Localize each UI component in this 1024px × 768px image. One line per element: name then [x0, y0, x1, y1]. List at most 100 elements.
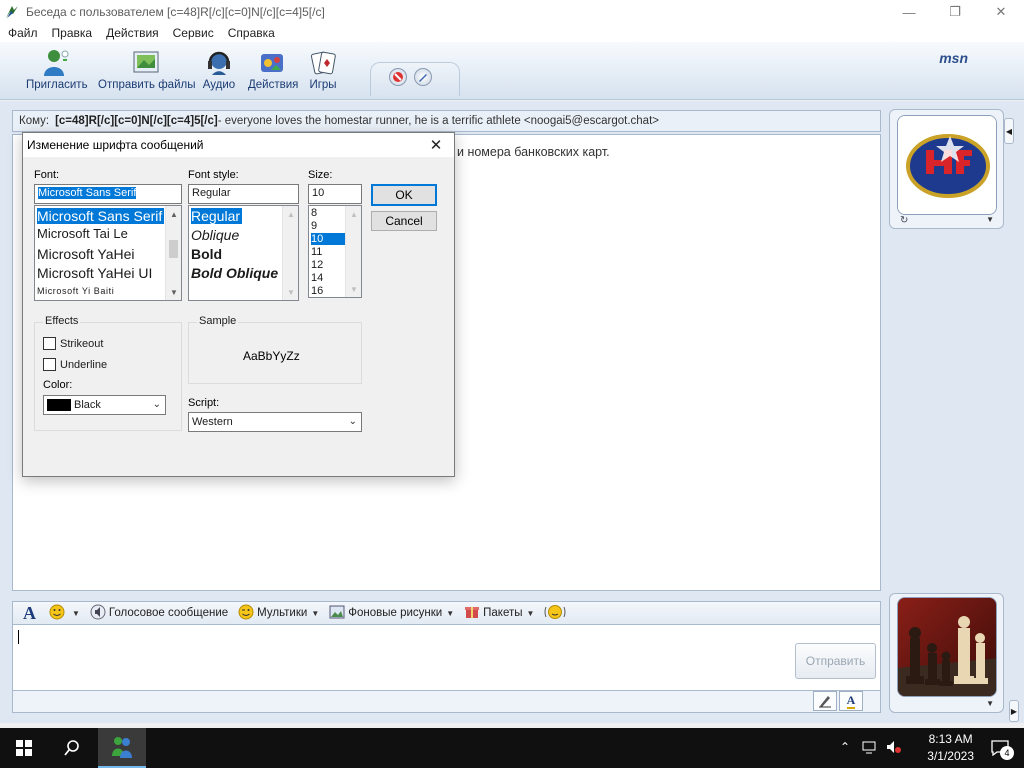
scroll-up-icon[interactable]: ▲ — [166, 206, 181, 222]
invite-button[interactable]: Пригласить — [26, 48, 88, 91]
menu-tools[interactable]: Сервис — [173, 26, 214, 40]
message-input[interactable] — [12, 625, 881, 691]
volume-muted-icon[interactable] — [886, 740, 902, 757]
dialog-close-button[interactable]: ✕ — [424, 134, 448, 156]
change-font-button[interactable]: A — [23, 603, 39, 624]
font-style-item[interactable]: Oblique — [191, 227, 239, 243]
input-mode-bar: A — [12, 691, 881, 713]
send-files-icon — [130, 48, 164, 78]
audio-button[interactable]: Аудио — [202, 48, 236, 91]
close-button[interactable]: ✕ — [978, 0, 1024, 24]
block-contact-icon[interactable] — [389, 68, 407, 86]
scroll-down-icon[interactable]: ▼ — [283, 284, 298, 300]
cancel-button[interactable]: Cancel — [371, 211, 437, 231]
notification-count-badge: 4 — [1000, 746, 1014, 760]
color-select[interactable]: Black ⌄ — [43, 395, 166, 415]
network-icon[interactable] — [862, 740, 878, 757]
chevron-down-icon: ▼ — [446, 608, 455, 618]
taskbar-messenger-app[interactable] — [98, 728, 146, 768]
ok-button[interactable]: OK — [371, 184, 437, 206]
minimize-button[interactable]: — — [886, 0, 932, 24]
backgrounds-icon — [329, 604, 345, 623]
font-list-item[interactable]: Microsoft YaHei — [37, 246, 135, 262]
search-button[interactable] — [48, 728, 96, 768]
font-style-input[interactable]: Regular — [188, 184, 299, 204]
size-item[interactable]: 11 — [311, 246, 322, 258]
font-list-item[interactable]: Microsoft Sans Serif — [37, 208, 165, 224]
menu-help[interactable]: Справка — [228, 26, 275, 40]
packs-button[interactable]: Пакеты ▼ — [464, 604, 534, 623]
text-mode-button[interactable]: A — [839, 691, 863, 711]
underline-checkbox[interactable]: Underline — [43, 358, 107, 371]
games-button[interactable]: Игры — [306, 48, 340, 91]
chevron-down-icon: ▼ — [526, 608, 535, 618]
customize-pen-icon[interactable] — [414, 68, 432, 86]
scroll-up-icon[interactable]: ▲ — [283, 206, 298, 222]
window-title-bar: Беседа с пользователем [c=48]R[/c][c=0]N… — [0, 0, 1024, 24]
style-list-scrollbar[interactable]: ▲ ▼ — [282, 206, 298, 300]
font-style-item[interactable]: Bold Oblique — [191, 265, 278, 281]
scroll-down-icon[interactable]: ▼ — [346, 281, 361, 297]
size-item[interactable]: 12 — [311, 259, 323, 271]
script-select[interactable]: Western ⌄ — [188, 412, 362, 432]
font-name-input[interactable]: Microsoft Sans Serif — [34, 184, 182, 204]
size-item[interactable]: 10 — [311, 233, 345, 245]
collapse-panel-button[interactable]: ▶ — [1009, 700, 1019, 722]
font-list-scrollbar[interactable]: ▲ ▼ — [165, 206, 181, 300]
refresh-icon[interactable]: ↻ — [900, 215, 908, 226]
font-list-item[interactable]: Microsoft Yi Baiti — [37, 286, 114, 296]
backgrounds-button[interactable]: Фоновые рисунки ▼ — [329, 604, 454, 623]
packs-icon — [464, 604, 480, 623]
size-item[interactable]: 9 — [311, 220, 317, 232]
invite-contacts-icon — [40, 48, 74, 78]
size-label: Size: — [308, 169, 333, 181]
size-item[interactable]: 8 — [311, 207, 317, 219]
tray-overflow-chevron-up-icon[interactable]: ⌃ — [840, 740, 850, 754]
send-files-button[interactable]: Отправить файлы — [98, 48, 195, 91]
recipient-status: - everyone loves the homestar runner, he… — [217, 115, 659, 127]
size-list-scrollbar[interactable]: ▲ ▼ — [345, 206, 361, 297]
strikeout-checkbox[interactable]: Strikeout — [43, 337, 103, 350]
messenger-app-icon — [6, 6, 18, 18]
msn-logo: msn — [939, 50, 968, 66]
history-message-text: и номера банковских карт. — [457, 145, 610, 159]
font-style-list[interactable]: Regular Oblique Bold Bold Oblique ▲ ▼ — [188, 205, 299, 301]
checkbox-box[interactable] — [43, 337, 56, 350]
scroll-up-icon[interactable]: ▲ — [346, 206, 361, 222]
handwriting-mode-button[interactable] — [813, 691, 837, 711]
font-style-item[interactable]: Regular — [191, 208, 243, 224]
system-clock[interactable]: 8:13 AM 3/1/2023 — [927, 731, 974, 765]
size-item[interactable]: 14 — [311, 272, 323, 284]
font-list[interactable]: Microsoft Sans Serif Microsoft Tai Le Mi… — [34, 205, 182, 301]
maximize-button[interactable]: ❐ — [932, 0, 978, 24]
chevron-down-icon[interactable]: ▼ — [986, 215, 994, 224]
collapse-panel-button[interactable]: ◀ — [1004, 118, 1014, 144]
start-button[interactable] — [0, 728, 48, 768]
script-label: Script: — [188, 397, 220, 409]
menu-actions[interactable]: Действия — [106, 26, 159, 40]
action-center-button[interactable]: 4 — [986, 734, 1014, 762]
scroll-down-icon[interactable]: ▼ — [166, 284, 181, 300]
checkbox-box[interactable] — [43, 358, 56, 371]
menu-edit[interactable]: Правка — [52, 26, 93, 40]
size-input[interactable]: 10 — [308, 184, 362, 204]
chevron-down-icon[interactable]: ▼ — [986, 699, 994, 708]
scroll-thumb[interactable] — [169, 240, 178, 258]
voice-clip-button[interactable]: Голосовое сообщение — [90, 604, 228, 623]
size-list[interactable]: 8 9 10 11 12 14 16 ▲ ▼ — [308, 205, 362, 298]
size-item[interactable]: 16 — [311, 285, 323, 297]
menu-file[interactable]: Файл — [8, 26, 38, 40]
my-display-picture-panel: ▼ — [889, 593, 1004, 713]
contact-avatar[interactable] — [897, 115, 997, 215]
emoticon-button[interactable]: ▼ — [49, 604, 80, 623]
winks-button[interactable]: Мультики ▼ — [238, 604, 319, 623]
nudge-button[interactable] — [544, 604, 569, 623]
font-list-item[interactable]: Microsoft YaHei UI — [37, 265, 152, 281]
font-list-item[interactable]: Microsoft Tai Le — [37, 226, 128, 241]
recipient-name: [c=48]R[/c][c=0]N[/c][c=4]5[/c] — [55, 115, 218, 127]
nudge-icon — [544, 604, 566, 623]
font-style-item[interactable]: Bold — [191, 246, 222, 262]
activities-button[interactable]: Действия — [248, 48, 298, 91]
my-avatar[interactable] — [897, 597, 997, 697]
send-button[interactable]: Отправить — [795, 643, 876, 679]
